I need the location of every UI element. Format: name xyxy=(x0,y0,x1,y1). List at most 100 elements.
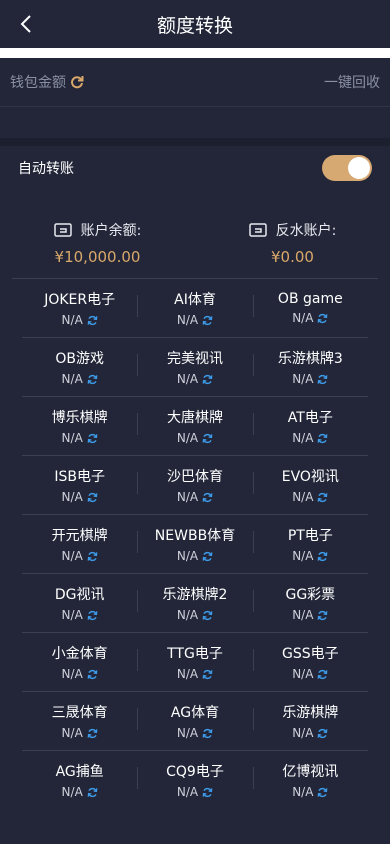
platform-name: JOKER电子 xyxy=(44,292,116,308)
refresh-icon[interactable] xyxy=(202,315,213,326)
platform-cell[interactable]: OB游戏 N/A xyxy=(22,338,137,396)
account-balance-label: 账户余额: xyxy=(80,223,142,239)
platform-cell[interactable]: ISB电子 N/A xyxy=(22,456,137,514)
back-button[interactable] xyxy=(14,12,38,36)
platform-balance: N/A xyxy=(177,608,213,622)
platform-cell[interactable]: 亿博视讯 N/A xyxy=(252,751,368,809)
refresh-icon[interactable] xyxy=(87,492,98,503)
platform-name: 沙巴体育 xyxy=(166,469,223,485)
platform-balance: N/A xyxy=(292,785,328,799)
wallet-icon xyxy=(248,223,267,237)
platform-cell[interactable]: TTG电子 N/A xyxy=(137,633,252,691)
platform-cell[interactable]: JOKER电子 N/A xyxy=(22,279,137,337)
platform-cell[interactable]: PT电子 N/A xyxy=(252,515,368,573)
refresh-icon[interactable] xyxy=(87,374,98,385)
refresh-icon[interactable] xyxy=(317,433,328,444)
platform-balance-value: N/A xyxy=(292,431,314,445)
platform-cell[interactable]: 乐游棋牌3 N/A xyxy=(252,338,368,396)
platform-cell[interactable]: 小金体育 N/A xyxy=(22,633,137,691)
platform-cell[interactable]: 乐游棋牌 N/A xyxy=(252,692,368,750)
platform-cell[interactable]: AG体育 N/A xyxy=(137,692,252,750)
platform-balance-value: N/A xyxy=(292,549,314,563)
platform-cell[interactable]: 乐游棋牌2 N/A xyxy=(137,574,252,632)
platform-name: 博乐棋牌 xyxy=(51,410,108,426)
refresh-icon[interactable] xyxy=(202,433,213,444)
platform-balance-value: N/A xyxy=(292,726,314,740)
rebate-account-label: 反水账户: xyxy=(275,223,337,239)
refresh-icon[interactable] xyxy=(87,610,98,621)
platform-cell[interactable]: 完美视讯 N/A xyxy=(137,338,252,396)
platform-balance-value: N/A xyxy=(176,372,199,386)
platform-balance: N/A xyxy=(177,785,213,799)
platform-cell[interactable]: GG彩票 N/A xyxy=(252,574,368,632)
platform-balance-value: N/A xyxy=(176,726,199,740)
platform-row: AG捕鱼 N/A CQ9电子 N/A 亿博视讯 N/A xyxy=(22,751,368,809)
platform-balance: N/A xyxy=(177,431,213,445)
platform-balance-value: N/A xyxy=(292,372,314,386)
refresh-icon[interactable] xyxy=(317,551,328,562)
platform-balance-value: N/A xyxy=(61,726,83,740)
platform-cell[interactable]: CQ9电子 N/A xyxy=(137,751,252,809)
refresh-icon[interactable] xyxy=(87,669,98,680)
platform-balance: N/A xyxy=(292,372,328,386)
platform-name: EVO视讯 xyxy=(281,469,339,485)
platform-balance-value: N/A xyxy=(176,785,199,799)
auto-transfer-label: 自动转账 xyxy=(18,161,74,177)
platform-cell[interactable]: GSS电子 N/A xyxy=(252,633,368,691)
platform-row: DG视讯 N/A 乐游棋牌2 N/A GG彩票 N/A xyxy=(22,574,368,633)
one-click-recycle-button[interactable]: 一键回收 xyxy=(324,72,380,92)
refresh-icon[interactable] xyxy=(317,374,328,385)
refresh-icon[interactable] xyxy=(202,669,213,680)
platform-name: 三晟体育 xyxy=(51,705,108,721)
refresh-icon[interactable] xyxy=(317,728,328,739)
refresh-icon[interactable] xyxy=(202,374,213,385)
platform-balance: N/A xyxy=(62,726,98,740)
platform-cell[interactable]: OB game N/A xyxy=(252,279,368,337)
platform-cell[interactable]: DG视讯 N/A xyxy=(22,574,137,632)
platform-cell[interactable]: 沙巴体育 N/A xyxy=(137,456,252,514)
platform-name: AG捕鱼 xyxy=(55,764,104,780)
platform-cell[interactable]: EVO视讯 N/A xyxy=(252,456,368,514)
platform-balance: N/A xyxy=(177,372,213,386)
refresh-icon[interactable] xyxy=(87,551,98,562)
platform-name: 开元棋牌 xyxy=(51,528,108,544)
platform-cell[interactable]: AG捕鱼 N/A xyxy=(22,751,137,809)
platform-balance: N/A xyxy=(62,785,98,799)
platform-cell[interactable]: 大唐棋牌 N/A xyxy=(137,397,252,455)
account-balance: 账户余额: ¥10,000.00 xyxy=(0,220,195,278)
platform-name: 完美视讯 xyxy=(166,351,223,367)
wallet-refresh-icon[interactable] xyxy=(70,75,84,89)
platform-balance: N/A xyxy=(292,311,328,325)
platform-balance: N/A xyxy=(62,490,98,504)
refresh-icon[interactable] xyxy=(317,787,328,798)
refresh-icon[interactable] xyxy=(317,492,328,503)
refresh-icon[interactable] xyxy=(202,728,213,739)
platform-cell[interactable]: AI体育 N/A xyxy=(137,279,252,337)
platform-cell[interactable]: NEWBB体育 N/A xyxy=(137,515,252,573)
platform-balance-value: N/A xyxy=(176,490,199,504)
platform-balance: N/A xyxy=(62,549,98,563)
account-balance-value: ¥10,000.00 xyxy=(54,248,141,266)
platform-cell[interactable]: 开元棋牌 N/A xyxy=(22,515,137,573)
refresh-icon[interactable] xyxy=(202,492,213,503)
refresh-icon[interactable] xyxy=(202,610,213,621)
refresh-icon[interactable] xyxy=(87,315,98,326)
refresh-icon[interactable] xyxy=(87,728,98,739)
header-divider xyxy=(0,48,390,58)
platform-name: 亿博视讯 xyxy=(282,764,339,780)
refresh-icon[interactable] xyxy=(317,610,328,621)
refresh-icon[interactable] xyxy=(317,313,328,324)
refresh-icon[interactable] xyxy=(87,787,98,798)
platform-balance-value: N/A xyxy=(292,667,314,681)
platform-cell[interactable]: 博乐棋牌 N/A xyxy=(22,397,137,455)
refresh-icon[interactable] xyxy=(317,669,328,680)
platform-name: PT电子 xyxy=(287,528,333,544)
refresh-icon[interactable] xyxy=(202,787,213,798)
page-title: 额度转换 xyxy=(156,14,233,37)
platform-cell[interactable]: 三晟体育 N/A xyxy=(22,692,137,750)
platform-name: AG体育 xyxy=(170,705,220,721)
platform-cell[interactable]: AT电子 N/A xyxy=(252,397,368,455)
auto-transfer-toggle[interactable] xyxy=(322,155,372,181)
refresh-icon[interactable] xyxy=(87,433,98,444)
refresh-icon[interactable] xyxy=(202,551,213,562)
